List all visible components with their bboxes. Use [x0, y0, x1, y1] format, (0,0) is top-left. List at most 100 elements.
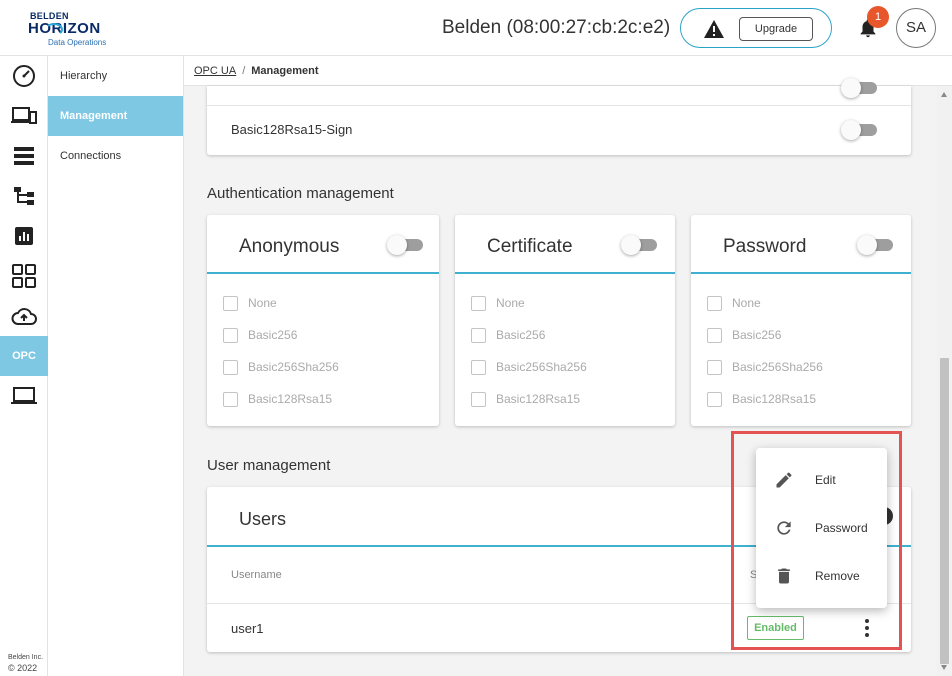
breadcrumb-opc-ua[interactable]: OPC UA: [194, 65, 236, 77]
warning-icon: [704, 20, 724, 38]
breadcrumb-current: Management: [251, 65, 319, 77]
user-row-username: user1: [231, 621, 264, 636]
logo-product: HORIZON: [28, 20, 101, 37]
option-label: Basic256: [248, 328, 298, 342]
auth-option[interactable]: Basic128Rsa15: [471, 390, 580, 408]
auth-card-certificate: Certificate None Basic256 Basic256Sha256…: [455, 215, 675, 426]
option-label: None: [732, 296, 761, 310]
rail-opc[interactable]: OPC: [0, 336, 48, 376]
user-avatar[interactable]: SA: [896, 8, 936, 48]
scrollbar-thumb[interactable]: [940, 358, 949, 664]
option-checkbox[interactable]: [471, 327, 486, 343]
menu-item-label: Password: [815, 521, 868, 535]
auth-card-header: Certificate: [455, 215, 675, 274]
menu-item-label: Remove: [815, 569, 860, 583]
auth-option[interactable]: Basic256: [223, 326, 297, 344]
rail-hierarchy[interactable]: [0, 176, 48, 216]
devices-icon: [11, 107, 37, 124]
device-title: Belden (08:00:27:cb:2c:e2): [442, 17, 671, 38]
vertical-scrollbar[interactable]: [937, 86, 952, 676]
breadcrumb-separator: /: [242, 65, 246, 77]
user-management-section-title: User management: [207, 457, 331, 474]
anonymous-toggle[interactable]: [387, 234, 423, 255]
option-checkbox[interactable]: [223, 359, 238, 375]
auth-option[interactable]: None: [707, 294, 761, 312]
rail-footer: Belden Inc. © 2022: [8, 652, 43, 674]
policy-toggle-partial[interactable]: [841, 77, 877, 98]
refresh-icon: [777, 521, 791, 535]
sub-navigation: Hierarchy Management Connections: [48, 56, 184, 676]
column-header-username: Username: [231, 569, 282, 581]
user-context-menu: Edit Password Remove: [756, 448, 887, 608]
security-policy-card: Basic128Rsa15-Sign: [207, 78, 911, 155]
scroll-up-arrow-icon[interactable]: [941, 92, 947, 97]
cloud-upload-icon: [11, 308, 37, 325]
menu-item-edit[interactable]: Edit: [756, 456, 887, 504]
subnav-item-connections[interactable]: Connections: [48, 136, 183, 176]
option-label: None: [248, 296, 277, 310]
pencil-icon: [776, 472, 792, 488]
auth-option[interactable]: Basic256Sha256: [471, 358, 587, 376]
top-header: BELDEN HORIZON Data Operations Belden (0…: [0, 0, 952, 56]
upgrade-button[interactable]: Upgrade: [739, 17, 813, 41]
option-label: Basic256: [496, 328, 546, 342]
rail-devices[interactable]: [0, 96, 48, 136]
hierarchy-icon: [14, 187, 34, 205]
option-label: Basic128Rsa15: [248, 392, 333, 406]
auth-option[interactable]: Basic256: [707, 326, 781, 344]
laptop-icon: [11, 387, 37, 404]
notification-badge: 1: [867, 6, 889, 28]
auth-option[interactable]: None: [223, 294, 277, 312]
subnav-item-hierarchy[interactable]: Hierarchy: [48, 56, 183, 96]
option-label: Basic256Sha256: [732, 360, 823, 374]
option-label: Basic128Rsa15: [496, 392, 581, 406]
auth-option[interactable]: None: [471, 294, 525, 312]
users-card-title: Users: [239, 509, 287, 529]
option-checkbox[interactable]: [223, 295, 238, 311]
logo-swoosh: [45, 23, 63, 36]
subnav-item-management[interactable]: Management: [48, 96, 183, 136]
option-checkbox[interactable]: [223, 327, 238, 343]
option-checkbox[interactable]: [471, 391, 486, 407]
auth-card-header: Password: [691, 215, 911, 274]
rail-storage[interactable]: [0, 136, 48, 176]
auth-option[interactable]: Basic128Rsa15: [223, 390, 332, 408]
auth-option[interactable]: Basic128Rsa15: [707, 390, 816, 408]
option-checkbox[interactable]: [471, 359, 486, 375]
auth-option[interactable]: Basic256Sha256: [223, 358, 339, 376]
option-checkbox[interactable]: [707, 295, 722, 311]
auth-card-anonymous: Anonymous None Basic256 Basic256Sha256 B…: [207, 215, 439, 426]
option-checkbox[interactable]: [707, 327, 722, 343]
rail-dashboard[interactable]: [0, 56, 48, 96]
policy-row-partial: [207, 78, 911, 106]
auth-card-title: Password: [723, 236, 807, 257]
apps-grid-icon: [12, 264, 36, 288]
policy-label: Basic128Rsa15-Sign: [231, 122, 353, 137]
opc-label: OPC: [12, 350, 36, 362]
license-alert: Upgrade: [680, 8, 832, 48]
scroll-down-arrow-icon[interactable]: [941, 665, 947, 670]
auth-card-title: Anonymous: [239, 236, 340, 257]
footer-company: Belden Inc.: [8, 654, 44, 661]
option-checkbox[interactable]: [223, 391, 238, 407]
storage-icon: [14, 147, 34, 165]
option-label: None: [496, 296, 525, 310]
menu-item-label: Edit: [815, 473, 836, 487]
menu-item-remove[interactable]: Remove: [756, 552, 887, 600]
rail-analytics[interactable]: [0, 216, 48, 256]
option-checkbox[interactable]: [707, 391, 722, 407]
option-checkbox[interactable]: [707, 359, 722, 375]
certificate-toggle[interactable]: [621, 234, 657, 255]
option-label: Basic256: [732, 328, 782, 342]
policy-toggle[interactable]: [841, 119, 877, 140]
menu-item-password[interactable]: Password: [756, 504, 887, 552]
analytics-icon: [15, 227, 33, 245]
rail-computer[interactable]: [0, 376, 48, 416]
belden-horizon-logo[interactable]: BELDEN HORIZON Data Operations: [28, 9, 118, 49]
auth-option[interactable]: Basic256: [471, 326, 545, 344]
rail-apps[interactable]: [0, 256, 48, 296]
password-toggle[interactable]: [857, 234, 893, 255]
option-checkbox[interactable]: [471, 295, 486, 311]
auth-option[interactable]: Basic256Sha256: [707, 358, 823, 376]
rail-cloud-upload[interactable]: [0, 296, 48, 336]
